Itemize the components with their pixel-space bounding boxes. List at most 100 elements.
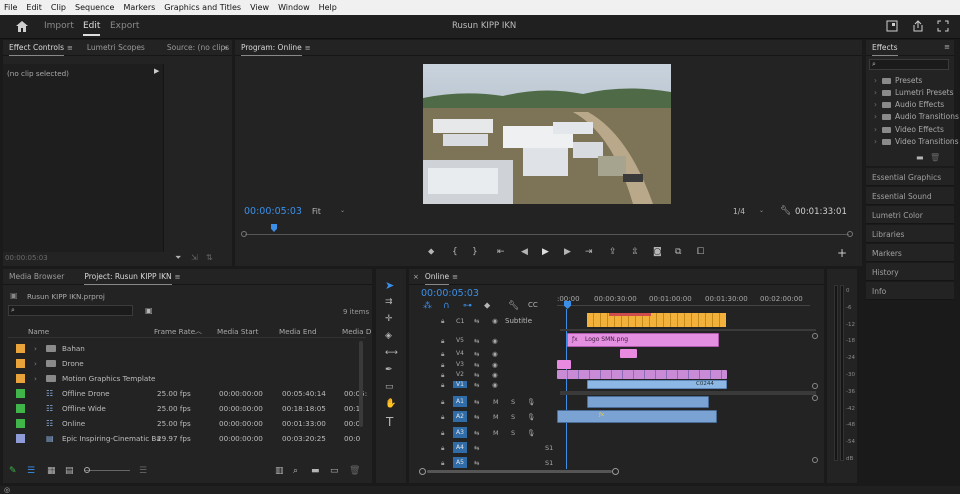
eye-icon[interactable]: ◉ — [492, 381, 498, 389]
effects-title[interactable]: Effects — [866, 43, 904, 56]
project-row[interactable]: › Motion Graphics Template — [8, 371, 366, 386]
sync-icon[interactable]: ⇆ — [474, 317, 479, 325]
project-row[interactable]: ▤ Epic Inspiring-Cinematic Ba 29.97 fps 00:… — [8, 431, 366, 446]
project-row[interactable]: › Bahan — [8, 341, 366, 356]
slip-tool-icon[interactable]: ⟷ — [385, 348, 398, 358]
lock-icon[interactable]: 🔒︎ — [441, 444, 444, 453]
status-icon[interactable]: ◎ — [4, 486, 10, 494]
project-row[interactable]: › Drone — [8, 356, 366, 371]
effects-item-video-transitions[interactable]: › Video Transitions — [874, 137, 959, 146]
sync-lock-icon[interactable]: ⇆ — [474, 371, 479, 379]
expand-icon[interactable]: › — [34, 374, 37, 383]
export-frame-icon[interactable]: ⇲ — [191, 253, 198, 262]
lock-icon[interactable]: 🔒︎ — [441, 429, 444, 438]
v3-clip[interactable] — [557, 360, 571, 369]
sync-lock-icon[interactable]: ⇆ — [474, 337, 479, 345]
settings-wrench-icon[interactable]: 🔧︎ — [508, 301, 519, 311]
filter-icon[interactable]: ⏷ — [175, 253, 181, 263]
expand-icon[interactable]: ▶ — [154, 67, 159, 75]
ripple-edit-tool-icon[interactable]: ✛ — [385, 314, 393, 324]
microphone-icon[interactable]: 🎙︎ — [527, 429, 535, 437]
eye-icon[interactable]: ◉ — [492, 350, 498, 358]
tab-lumetri-scopes[interactable]: Lumetri Scopes — [81, 43, 151, 52]
track-select-tool-icon[interactable]: ⇉ — [385, 297, 393, 307]
solo-button[interactable]: S — [511, 398, 515, 406]
effects-item-presets[interactable]: › Presets — [874, 76, 922, 85]
track-label[interactable]: V4 — [456, 350, 464, 357]
extract-icon[interactable]: ⇫ — [631, 247, 639, 257]
trash-icon[interactable]: 🗑︎ — [349, 466, 360, 476]
project-row[interactable]: ☷ Offline Drone 25.00 fps 00:00:00:00 00:05:… — [8, 386, 367, 401]
resolution-dropdown[interactable]: 1/4 ⌄ — [731, 206, 771, 217]
sync-lock-icon[interactable]: ⇆ — [474, 361, 479, 369]
label-color-swatch[interactable] — [16, 404, 25, 413]
timeline-tab[interactable]: Online — [419, 272, 455, 285]
label-color-swatch[interactable] — [16, 434, 25, 443]
go-to-in-icon[interactable]: ⇤ — [497, 247, 505, 257]
menu-sequence[interactable]: Sequence — [75, 3, 114, 12]
tab-effect-controls[interactable]: Effect Controls — [3, 43, 70, 56]
label-color-swatch[interactable] — [16, 389, 25, 398]
tab-project[interactable]: Project: Rusun KIPP IKN — [78, 272, 177, 285]
section-libraries[interactable]: Libraries — [866, 225, 954, 243]
solo-button[interactable]: S — [511, 429, 515, 437]
new-bin-icon[interactable]: ▬ — [916, 153, 924, 162]
section-markers[interactable]: Markers — [866, 244, 954, 262]
v1-clips[interactable]: C0244 — [587, 380, 727, 389]
lock-icon[interactable]: 🔒︎ — [441, 398, 444, 407]
a1-clips[interactable] — [587, 396, 709, 408]
menu-window[interactable]: Window — [278, 3, 310, 12]
zoom-handle[interactable] — [84, 467, 90, 473]
comparison-view-icon[interactable]: ⧉ — [675, 247, 681, 257]
sync-lock-icon[interactable]: ⇆ — [474, 459, 479, 467]
more-panels-icon[interactable]: » — [223, 43, 228, 52]
col-name[interactable]: Name — [28, 327, 49, 336]
lock-icon[interactable]: 🔒︎ — [441, 371, 444, 380]
track-label[interactable]: A1 — [453, 396, 467, 407]
track-label[interactable]: V1 — [453, 381, 467, 388]
sync-lock-icon[interactable]: ⇆ — [474, 413, 479, 421]
razor-tool-icon[interactable]: ◈ — [385, 331, 392, 341]
timeline-hscroll[interactable] — [419, 468, 619, 476]
microphone-icon[interactable]: 🎙︎ — [527, 398, 535, 406]
menu-clip[interactable]: Clip — [51, 3, 66, 12]
pen-tool-icon[interactable]: ✒ — [385, 365, 393, 375]
home-icon[interactable] — [16, 21, 28, 32]
lock-icon[interactable]: 🔒︎ — [441, 317, 444, 326]
label-color-swatch[interactable] — [16, 419, 25, 428]
lock-icon[interactable]: 🔒︎ — [441, 337, 444, 346]
wrench-icon[interactable]: 🔧︎ — [780, 206, 791, 216]
freeform-view-icon[interactable]: ▤ — [65, 466, 74, 476]
section-essential-sound[interactable]: Essential Sound — [866, 187, 954, 205]
eye-icon[interactable]: ◉ — [492, 361, 498, 369]
eye-icon[interactable]: ◉ — [492, 317, 498, 325]
eye-icon[interactable]: ◉ — [492, 371, 498, 379]
section-essential-graphics[interactable]: Essential Graphics — [866, 168, 954, 186]
menu-help[interactable]: Help — [319, 3, 337, 12]
section-history[interactable]: History — [866, 263, 954, 281]
step-forward-icon[interactable]: ▶ — [564, 247, 571, 257]
track-label[interactable]: A2 — [453, 411, 467, 422]
zoom-slider[interactable] — [85, 470, 130, 471]
project-row[interactable]: ☷ Offline Wide 25.00 fps 00:00:00:00 00:18:1… — [8, 401, 366, 416]
col-media-start[interactable]: Media Start — [217, 327, 258, 336]
time-ruler[interactable]: :00:00 00:00:30:00 00:01:00:00 00:01:30:… — [557, 291, 810, 311]
track-label[interactable]: A5 — [453, 457, 467, 468]
lift-icon[interactable]: ⇪ — [609, 247, 617, 257]
microphone-icon[interactable]: 🎙︎ — [527, 413, 535, 421]
col-frame-rate[interactable]: Frame Rate — [154, 327, 195, 336]
tab-export[interactable]: Export — [110, 21, 139, 31]
nest-icon[interactable]: ⁂ — [423, 301, 432, 311]
sort-options-icon[interactable]: ☰ — [139, 466, 147, 476]
tab-edit[interactable]: Edit — [83, 21, 101, 36]
camera-icon[interactable]: ◙ — [653, 247, 662, 257]
effects-search-input[interactable]: ⌕ — [869, 59, 949, 70]
mute-button[interactable]: M — [493, 398, 499, 406]
mute-button[interactable]: M — [493, 429, 499, 437]
v2-clips[interactable] — [557, 370, 727, 379]
a2-clips[interactable]: ƒx — [557, 410, 717, 423]
menu-graphics[interactable]: Graphics and Titles — [164, 3, 241, 12]
icon-view-icon[interactable]: ▦ — [47, 466, 56, 476]
expand-icon[interactable]: › — [34, 359, 37, 368]
mark-in-icon[interactable]: { — [452, 247, 458, 257]
